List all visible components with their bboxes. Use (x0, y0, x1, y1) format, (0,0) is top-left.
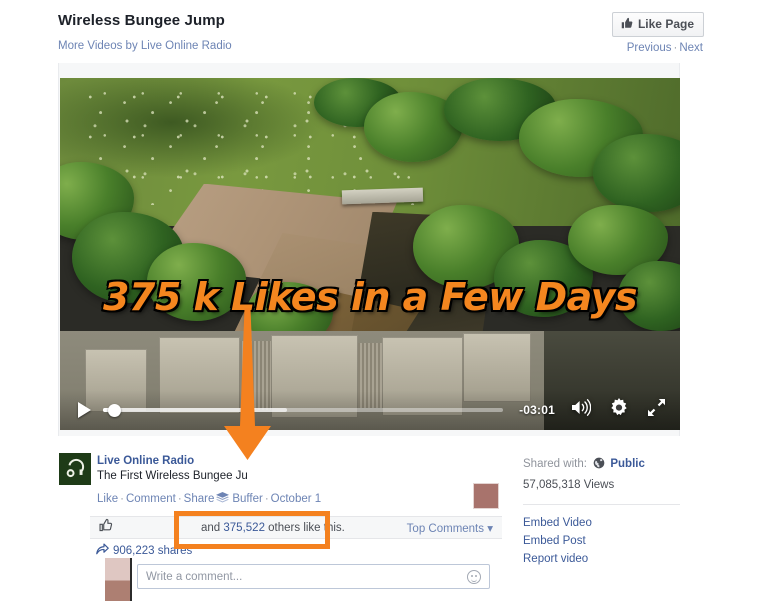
comment-input-wrapper[interactable]: Write a comment... (137, 564, 490, 589)
video-overlay-caption: 375 k Likes in a Few Days (60, 274, 680, 321)
like-page-button[interactable]: Like Page (611, 12, 704, 37)
commenter-avatar (105, 558, 132, 601)
comment-input[interactable]: Write a comment... (146, 571, 242, 583)
sidebar-divider (523, 504, 680, 505)
annotation-highlight-box (174, 511, 330, 549)
shared-with-row: Shared with: Public (523, 456, 723, 475)
previous-link[interactable]: Previous (627, 42, 672, 54)
privacy-value[interactable]: Public (610, 458, 645, 470)
video-scrubber[interactable] (103, 403, 504, 417)
top-comments-label: Top Comments (406, 522, 485, 535)
thumbs-up-icon (99, 518, 113, 537)
volume-icon[interactable] (571, 399, 592, 421)
embed-video-link[interactable]: Embed Video (523, 514, 723, 532)
page-title: Wireless Bungee Jump (58, 12, 225, 29)
top-comments-dropdown[interactable]: Top Comments ▾ (407, 521, 493, 535)
thumbs-up-icon (621, 17, 633, 31)
emoji-icon[interactable] (467, 569, 481, 584)
color-swatch (473, 483, 499, 509)
fullscreen-icon[interactable] (647, 398, 666, 422)
action-separator: · (120, 493, 124, 505)
post-date[interactable]: October 1 (271, 493, 322, 505)
video-frame-image (60, 78, 680, 430)
avatar[interactable] (59, 453, 91, 485)
overlay-caption-text: 375 k Likes in a Few Days (102, 274, 639, 321)
more-videos-link[interactable]: More Videos by Live Online Radio (58, 39, 704, 53)
view-count: 57,085,318 Views (523, 479, 615, 491)
annotation-arrow (224, 308, 271, 460)
chevron-down-icon: ▾ (487, 522, 493, 535)
time-remaining: -03:01 (519, 403, 555, 417)
headphones-icon (66, 458, 85, 478)
buffer-stack-icon (216, 492, 230, 509)
video-sidebar: Shared with: Public 57,085,318 Views Emb… (523, 456, 723, 568)
like-action[interactable]: Like (97, 493, 118, 505)
play-icon[interactable] (78, 402, 91, 418)
like-page-label: Like Page (637, 17, 694, 31)
prev-next-nav: Previous · Next (627, 41, 703, 55)
video-header: Wireless Bungee Jump More Videos by Live… (58, 12, 704, 60)
share-action[interactable]: Share (184, 493, 215, 505)
shared-with-label: Shared with: (523, 458, 587, 470)
report-video-link[interactable]: Report video (523, 550, 723, 568)
video-stage: 375 k Likes in a Few Days -03:01 (58, 63, 680, 436)
embed-post-link[interactable]: Embed Post (523, 532, 723, 550)
scrubber-handle[interactable] (107, 403, 121, 417)
gear-icon[interactable] (609, 397, 629, 423)
action-separator: · (177, 493, 182, 505)
facebook-video-page: Wireless Bungee Jump More Videos by Live… (0, 0, 760, 601)
globe-icon (593, 457, 605, 475)
next-link[interactable]: Next (679, 42, 703, 54)
video-controls: -03:01 (60, 390, 680, 430)
video-player[interactable]: 375 k Likes in a Few Days -03:01 (60, 78, 680, 430)
action-separator: · (264, 493, 269, 505)
comment-action[interactable]: Comment (126, 493, 176, 505)
buffer-action[interactable]: Buffer (232, 493, 262, 505)
post-actions: Like · Comment · Share Buffer · October 1 (97, 492, 321, 509)
